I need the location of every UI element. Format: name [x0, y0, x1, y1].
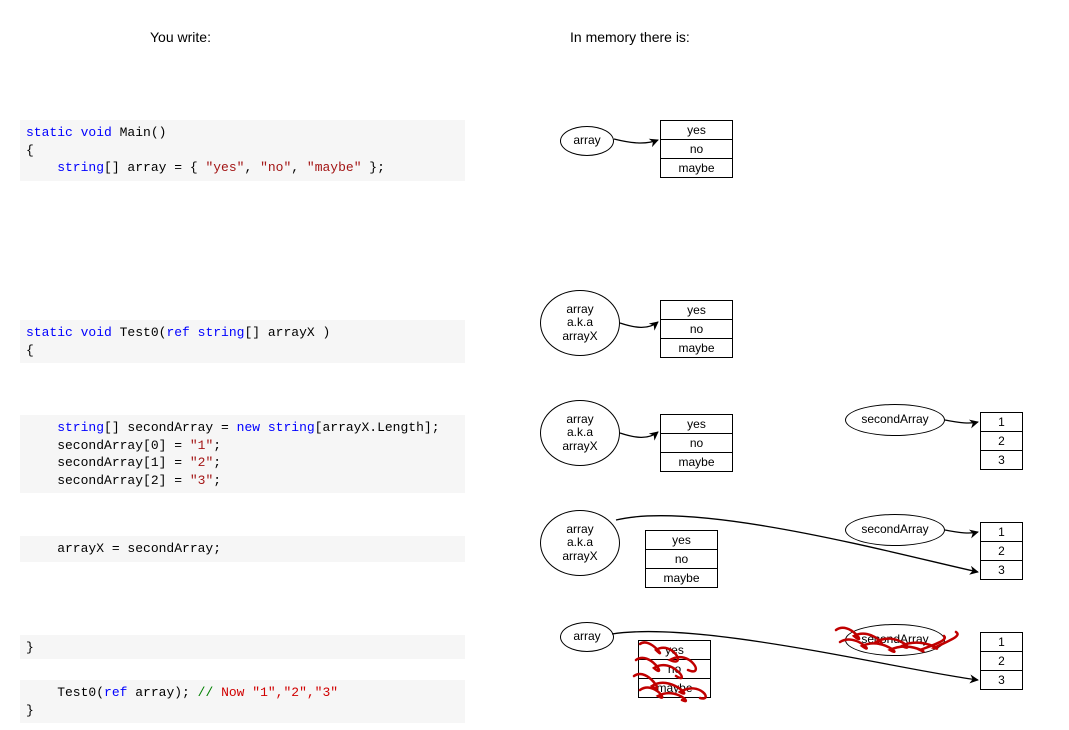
code-block-call: Test0(ref array); // Now "1","2","3" }: [20, 680, 465, 723]
right-column-heading: In memory there is:: [570, 29, 690, 45]
var-bubble-array: array: [560, 622, 614, 652]
code-block-test0-sig: static void Test0(ref string[] arrayX ) …: [20, 320, 465, 363]
code-block-main-decl: static void Main() { string[] array = { …: [20, 120, 465, 181]
heap-box-b: 1 2 3: [980, 522, 1023, 580]
diagram-row-5: array yes no maybe secondArray 1 2 3: [540, 620, 1060, 730]
code-block-assign: arrayX = secondArray;: [20, 536, 465, 562]
var-bubble-secondarray-dead: secondArray: [845, 624, 945, 656]
heap-box-b: 1 2 3: [980, 632, 1023, 690]
var-bubble-array-arrayx: array a.k.a arrayX: [540, 400, 620, 466]
var-bubble-array-arrayx: array a.k.a arrayX: [540, 290, 620, 356]
heap-box-a: yes no maybe: [660, 300, 733, 358]
heap-box-b: 1 2 3: [980, 412, 1023, 470]
diagram-row-2: array a.k.a arrayX yes no maybe: [540, 290, 1040, 400]
diagram-row-4: array a.k.a arrayX yes no maybe secondAr…: [540, 510, 1060, 620]
code-block-secondarray: string[] secondArray = new string[arrayX…: [20, 415, 465, 493]
code-block-close-test0: }: [20, 635, 465, 659]
heap-box-a: yes no maybe: [660, 414, 733, 472]
left-column-heading: You write:: [150, 29, 211, 45]
heap-box-a: yes no maybe: [660, 120, 733, 178]
var-bubble-secondarray: secondArray: [845, 514, 945, 546]
diagram-row-3: array a.k.a arrayX yes no maybe secondAr…: [540, 400, 1060, 510]
heap-box-a-dead: yes no maybe: [638, 640, 711, 698]
var-bubble-secondarray: secondArray: [845, 404, 945, 436]
var-bubble-array: array: [560, 126, 614, 156]
heap-box-a: yes no maybe: [645, 530, 718, 588]
diagram-row-1: array yes no maybe: [540, 120, 1040, 230]
var-bubble-array-arrayx: array a.k.a arrayX: [540, 510, 620, 576]
